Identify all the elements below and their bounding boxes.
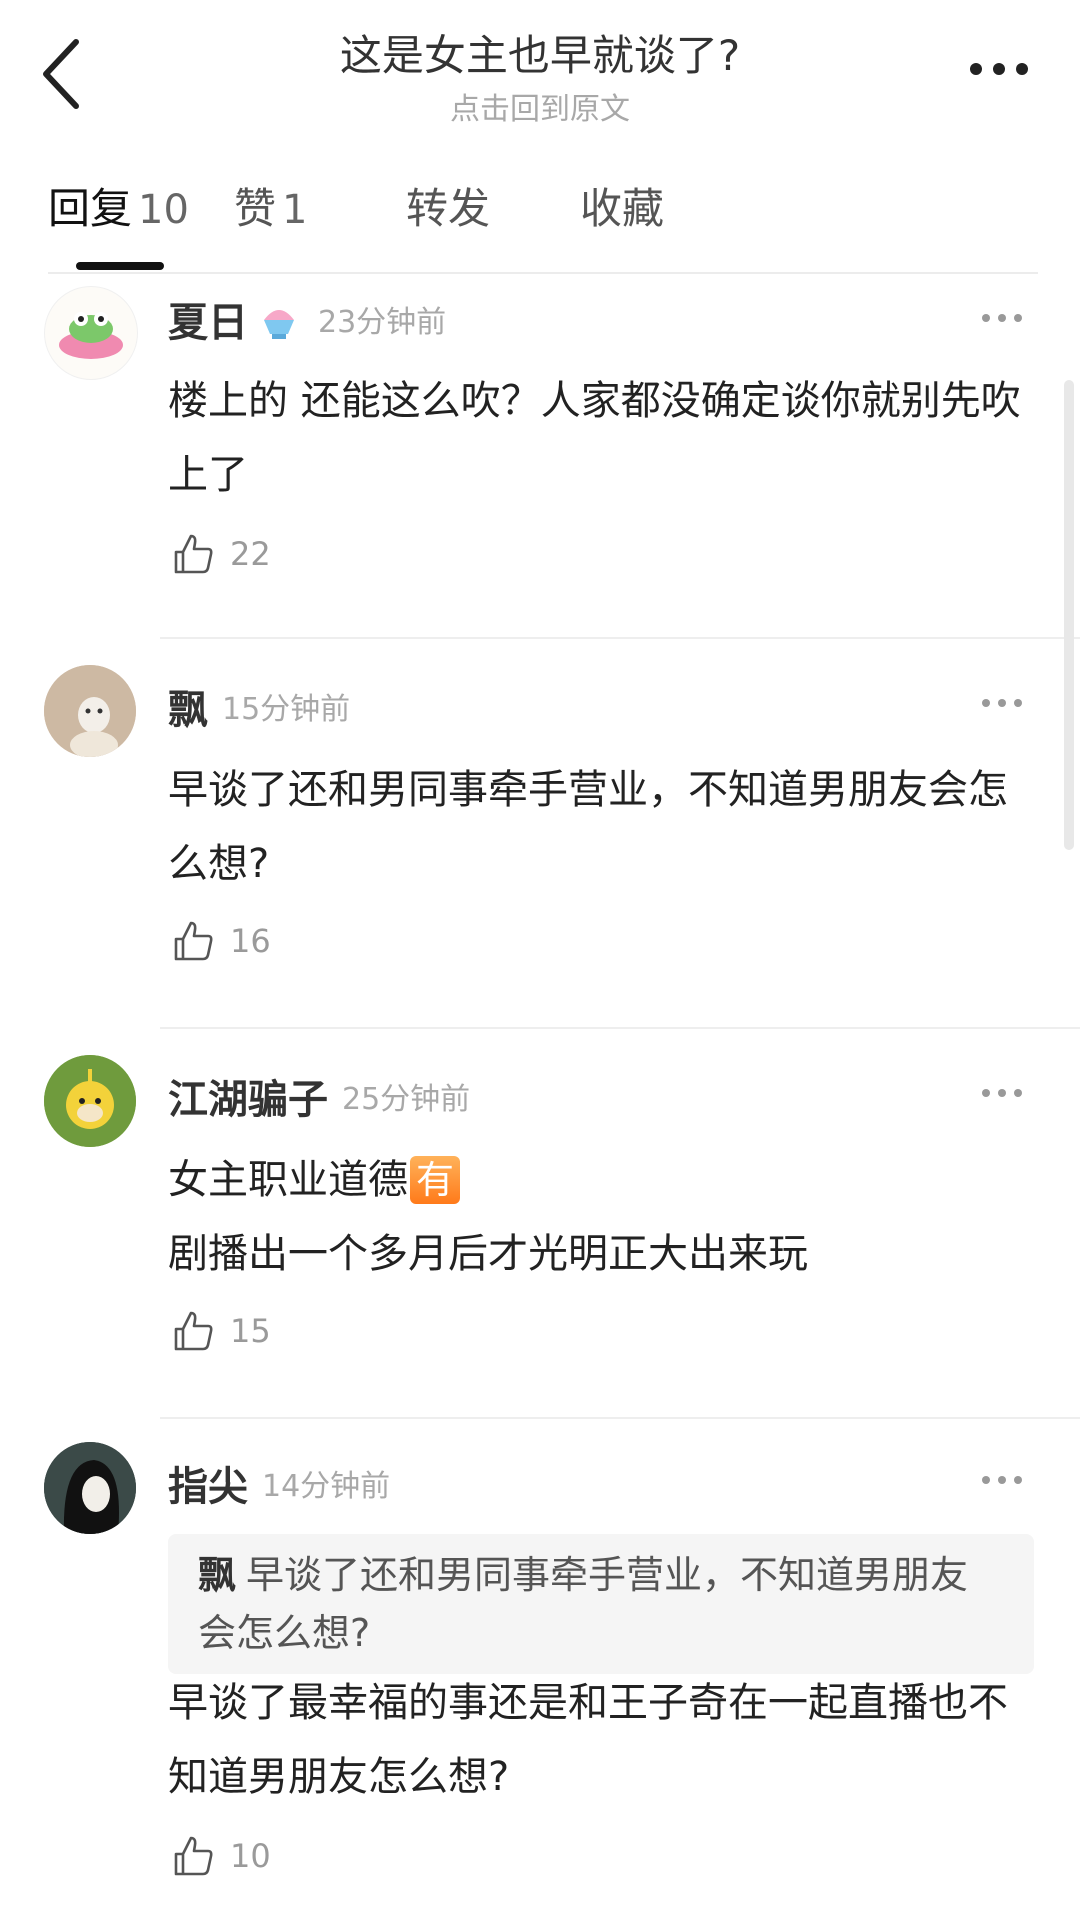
username[interactable]: 夏日	[168, 290, 248, 348]
more-dot	[993, 63, 1005, 75]
more-dots-icon	[970, 63, 982, 75]
like-count: 22	[230, 535, 271, 573]
like-count: 16	[230, 922, 271, 960]
status-badge: 有	[410, 1156, 461, 1204]
more-options-button[interactable]	[964, 54, 1034, 84]
page-title[interactable]: 这是女主也早就谈了?	[0, 22, 1080, 83]
avatar[interactable]	[44, 1055, 136, 1147]
comment-divider	[160, 637, 1080, 639]
tab-label: 收藏	[580, 184, 665, 233]
more-dots-icon	[982, 314, 990, 322]
tab-favorites[interactable]: 收藏	[580, 175, 664, 236]
more-dot	[1014, 1476, 1022, 1484]
active-tab-indicator	[76, 262, 164, 270]
quoted-username: 飘	[198, 1553, 237, 1597]
timestamp: 14分钟前	[262, 1469, 391, 1504]
more-dot	[1014, 314, 1022, 322]
tab-replies[interactable]: 回复 10	[48, 175, 189, 236]
back-to-original-link[interactable]: 点击回到原文	[0, 84, 1080, 128]
comment-text: 女主职业道德有 剧播出一个多月后才光明正大出来玩	[168, 1143, 1028, 1291]
comment-text: 早谈了还和男同事牵手营业，不知道男朋友会怎么想?	[168, 767, 1008, 887]
tabs-divider	[48, 272, 1038, 274]
thumbs-up-icon	[174, 1836, 213, 1876]
tab-count: 10	[138, 187, 189, 233]
like-count: 15	[230, 1312, 271, 1350]
comment-header: 夏日 23分钟前	[168, 290, 446, 348]
comment-text-line2: 剧播出一个多月后才光明正大出来玩	[168, 1231, 808, 1277]
comment-header: 指尖 14分钟前	[168, 1454, 390, 1512]
top-bar: 这是女主也早就谈了? 点击回到原文	[0, 0, 1080, 140]
more-dots-icon	[982, 1476, 990, 1484]
more-dots-icon	[982, 1089, 990, 1097]
more-dot	[1014, 1089, 1022, 1097]
comment-divider	[160, 1417, 1080, 1419]
toy-avatar-icon	[44, 1055, 136, 1147]
more-dot	[1016, 63, 1028, 75]
comment-header: 飘 15分钟前	[168, 677, 350, 735]
avatar[interactable]	[44, 1442, 136, 1534]
more-dot	[998, 1476, 1006, 1484]
comment-more-button[interactable]	[982, 693, 1030, 713]
more-dots-icon	[982, 699, 990, 707]
more-dot	[1014, 699, 1022, 707]
username[interactable]: 飘	[168, 677, 208, 735]
frog-avatar-icon	[59, 312, 123, 359]
comment-text: 早谈了最幸福的事还是和王子奇在一起直播也不知道男朋友怎么想?	[168, 1680, 1008, 1800]
timestamp: 23分钟前	[318, 305, 447, 340]
portrait-avatar-icon	[44, 1442, 136, 1534]
thumbs-up-icon	[174, 1311, 213, 1351]
tab-label: 赞	[234, 184, 277, 233]
timestamp: 25分钟前	[342, 1082, 471, 1117]
comment-more-button[interactable]	[982, 308, 1030, 328]
avatar[interactable]	[44, 665, 136, 757]
timestamp: 15分钟前	[222, 692, 351, 727]
comment-more-button[interactable]	[982, 1083, 1030, 1103]
tab-reposts[interactable]: 转发	[406, 175, 490, 236]
username[interactable]: 指尖	[168, 1454, 248, 1512]
tab-count: 1	[282, 187, 308, 233]
like-count: 10	[230, 1837, 271, 1875]
comment-text-line1: 女主职业道德	[168, 1157, 408, 1203]
quoted-reply[interactable]: 飘早谈了还和男同事牵手营业，不知道男朋友会怎么想?	[168, 1534, 1034, 1674]
more-dot	[998, 314, 1006, 322]
comment-header: 江湖骗子 25分钟前	[168, 1067, 470, 1125]
comment-text-line: 女主职业道德有	[168, 1143, 1028, 1217]
comment-more-button[interactable]	[982, 1470, 1030, 1490]
comment-thread-page: 这是女主也早就谈了? 点击回到原文 回复 10 赞1 转发 收藏 夏日 23分钟…	[0, 0, 1080, 1911]
thumbs-up-icon	[174, 921, 213, 961]
username[interactable]: 江湖骗子	[168, 1067, 328, 1125]
tab-label: 回复	[48, 184, 133, 233]
shaved-ice-emoji-icon	[264, 310, 294, 339]
comment-text: 楼上的 还能这么吹？人家都没确定谈你就别先吹上了	[168, 378, 1021, 498]
tab-likes[interactable]: 赞1	[234, 175, 307, 236]
like-button[interactable]: 15	[172, 1309, 271, 1353]
scrollbar[interactable]	[1064, 380, 1074, 850]
tab-label: 转发	[406, 184, 491, 233]
more-dot	[998, 699, 1006, 707]
comment-divider	[160, 1027, 1080, 1029]
thumbs-up-icon	[174, 534, 213, 574]
avatar[interactable]	[44, 286, 138, 380]
like-button[interactable]: 22	[172, 532, 271, 576]
like-button[interactable]: 16	[172, 919, 271, 963]
more-dot	[998, 1089, 1006, 1097]
cat-avatar-icon	[44, 665, 136, 757]
tab-bar: 回复 10 赞1 转发 收藏	[48, 175, 1038, 275]
like-button[interactable]: 10	[172, 1834, 271, 1878]
quoted-text: 早谈了还和男同事牵手营业，不知道男朋友会怎么想?	[198, 1553, 969, 1655]
